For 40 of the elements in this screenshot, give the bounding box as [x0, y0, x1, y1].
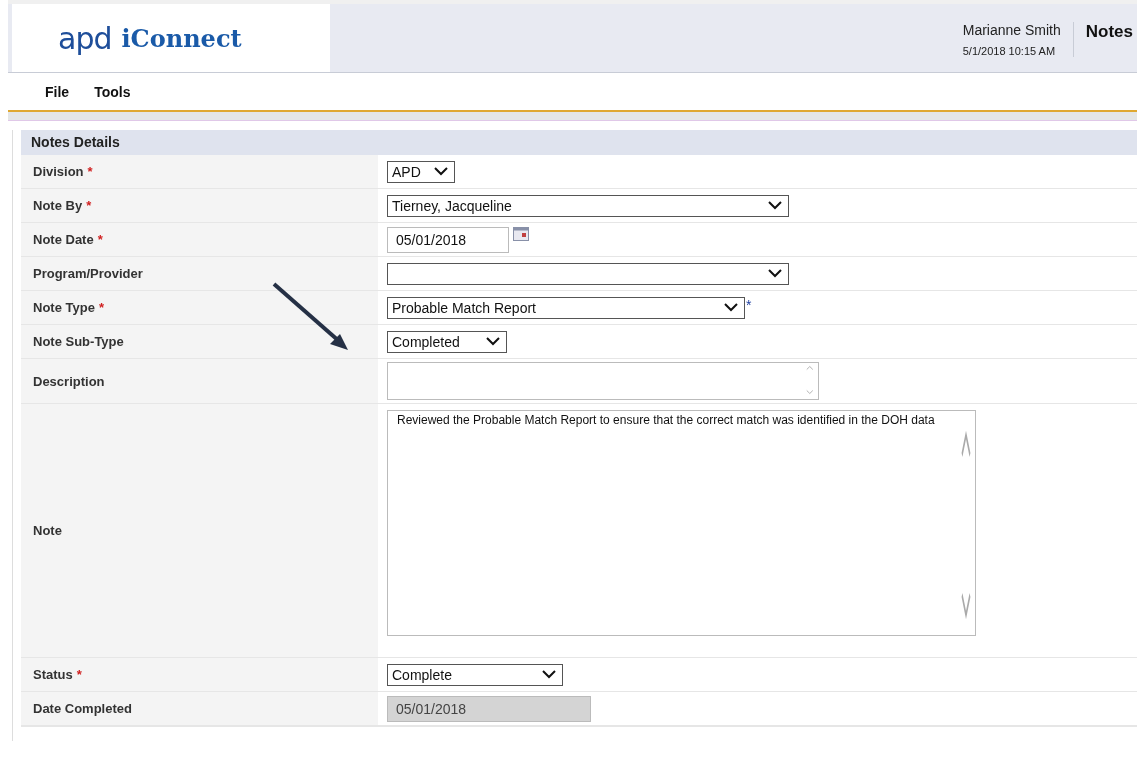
required-mark: *	[746, 297, 752, 313]
chevron-icon	[768, 201, 782, 210]
dropdown[interactable]: Tierney, Jacqueline	[387, 194, 789, 217]
user-name: Marianne Smith	[962, 22, 1061, 38]
dropdown[interactable]	[387, 262, 789, 285]
chevron-icon	[542, 670, 556, 679]
chevron-icon	[486, 337, 500, 346]
field-label: Note By	[33, 198, 83, 213]
date-time: 5/1/2018 10:15 AM	[962, 45, 1057, 57]
field-label: Division	[33, 164, 84, 179]
date-field: 05/01/2018	[387, 695, 591, 722]
scroll-arrows-icon	[806, 365, 814, 395]
menu-item[interactable]: Tools	[94, 83, 131, 100]
field-label: Note Sub-Type	[33, 334, 124, 349]
calendar-icon[interactable]	[513, 227, 529, 241]
page-title: Notes	[1085, 22, 1134, 42]
menu-item[interactable]: File	[45, 83, 70, 100]
field-label: Note	[33, 523, 62, 538]
date-field[interactable]: 05/01/2018	[387, 226, 509, 253]
section-header: Notes Details	[21, 130, 1137, 155]
chevron-icon	[768, 269, 782, 278]
dropdown[interactable]: Completed	[387, 330, 507, 353]
required-mark: *	[97, 232, 103, 247]
required-mark: *	[87, 164, 93, 179]
field-label: Status	[33, 667, 73, 682]
chevron-icon	[434, 167, 448, 176]
required-mark: *	[76, 667, 82, 682]
dropdown[interactable]: Probable Match Report	[387, 296, 745, 319]
chevron-icon	[724, 303, 738, 312]
logo: apd iConnect	[12, 4, 330, 72]
field-label: Date Completed	[33, 701, 132, 716]
required-mark: *	[86, 198, 92, 213]
field-label: Description	[33, 373, 105, 389]
dropdown[interactable]: APD	[387, 160, 455, 183]
dropdown[interactable]: Complete	[387, 663, 563, 686]
field-label: Note Type	[33, 300, 95, 315]
note-textarea[interactable]: Reviewed the Probable Match Report to ensure that the correct match was identified in the DOH data	[387, 410, 976, 636]
field-label: Note Date	[33, 232, 94, 247]
required-mark: *	[98, 300, 104, 315]
field-label: Program/Provider	[33, 266, 143, 281]
